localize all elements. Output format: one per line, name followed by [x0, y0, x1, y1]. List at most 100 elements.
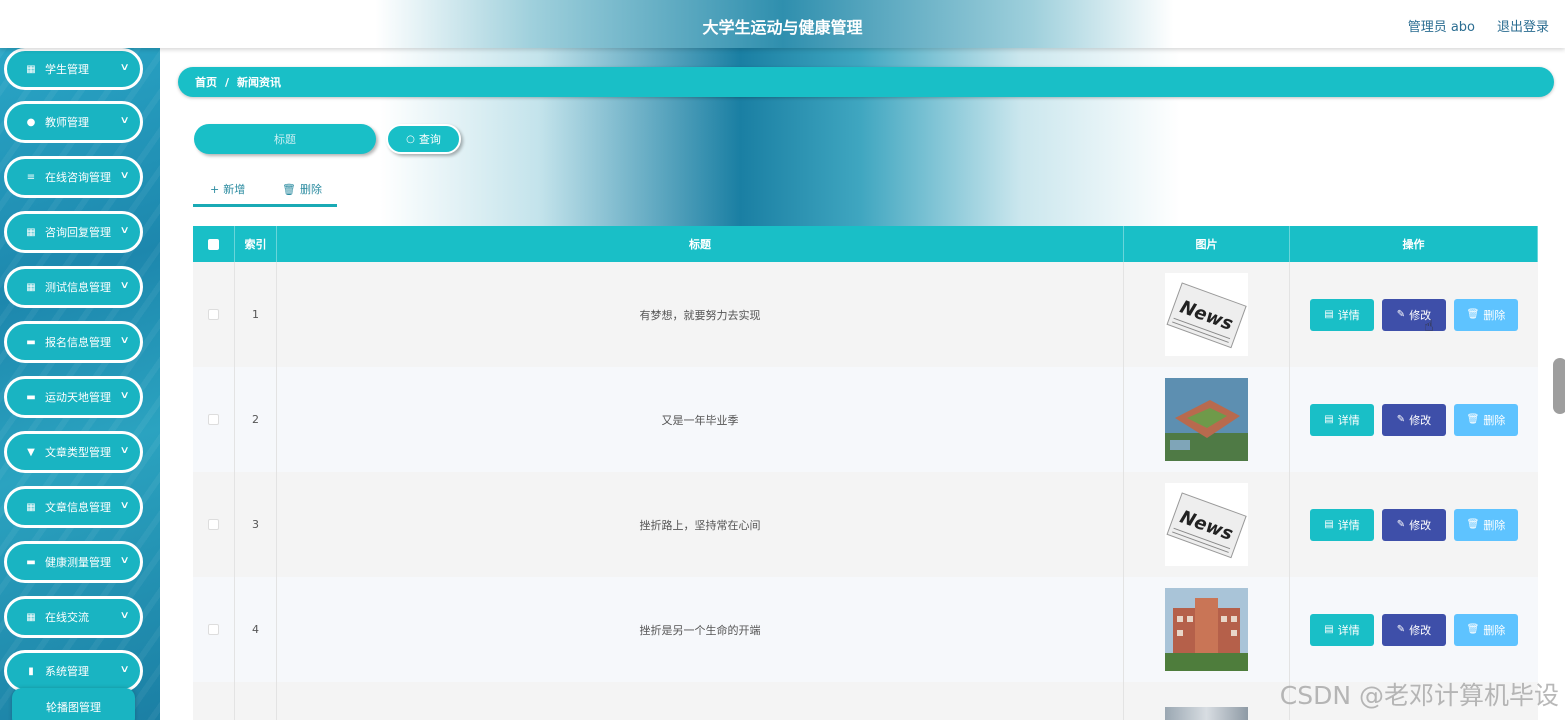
detail-button[interactable]: ▤ 详情 — [1310, 508, 1374, 541]
sidebar-item-article-info[interactable]: ▦ 文章信息管理 ∨ — [4, 486, 143, 528]
row-checkbox-cell — [193, 367, 235, 472]
monitor-icon: ▬ — [26, 556, 36, 568]
sidebar-item-label: 文章类型管理 — [45, 446, 111, 459]
sidebar-item-label: 系统管理 — [45, 665, 89, 678]
table-row: 1 有梦想，就要努力去实现 News ▤ 详情 ✎ 修改 🗑 删除 — [193, 262, 1538, 367]
sidebar-item-online-consult[interactable]: ≡ 在线咨询管理 ∨ — [4, 156, 143, 198]
row-image-cell: News — [1124, 472, 1290, 577]
briefcase-icon: ▬ — [26, 336, 36, 348]
grid-icon: ▦ — [26, 226, 36, 238]
detail-button[interactable]: ▤ 详情 — [1310, 613, 1374, 646]
sidebar-item-chat[interactable]: ▦ 在线交流 ∨ — [4, 596, 143, 638]
sidebar-item-label: 咨询回复管理 — [45, 226, 111, 239]
row-checkbox[interactable] — [208, 519, 219, 530]
sidebar-item-label: 运动天地管理 — [45, 391, 111, 404]
sidebar-item-label: 测试信息管理 — [45, 281, 111, 294]
edit-button[interactable]: ✎ 修改 — [1382, 403, 1446, 436]
sidebar-item-sports[interactable]: ▬ 运动天地管理 ∨ — [4, 376, 143, 418]
header-operation: 操作 — [1290, 226, 1538, 262]
delete-label: 删除 — [1483, 623, 1506, 637]
delete-label: 删除 — [1483, 518, 1506, 532]
sidebar-item-article-type[interactable]: ▼ 文章类型管理 ∨ — [4, 431, 143, 473]
chevron-down-icon: ∨ — [119, 280, 130, 291]
pencil-icon: ✎ — [1396, 414, 1406, 425]
detail-button[interactable]: ▤ 详情 — [1310, 403, 1374, 436]
app-title: 大学生运动与健康管理 — [702, 18, 863, 37]
sidebar-item-system[interactable]: ▮ 系统管理 ∨ — [4, 650, 143, 692]
chat-icon: ▬ — [26, 391, 36, 403]
trash-icon: 🗑 — [1466, 624, 1480, 635]
row-index: 2 — [235, 367, 277, 472]
delete-button[interactable]: 🗑 删除 — [1454, 298, 1518, 331]
sidebar-item-label: 报名信息管理 — [45, 336, 111, 349]
sidebar-item-health[interactable]: ▬ 健康测量管理 ∨ — [4, 541, 143, 583]
sidebar-subitem-carousel[interactable]: 轮播图管理 — [12, 688, 135, 720]
header-title: 标题 — [277, 226, 1124, 262]
sidebar-item-teacher[interactable]: ● 教师管理 ∨ — [4, 101, 143, 143]
row-image-cell — [1124, 367, 1290, 472]
clipboard-icon: ▮ — [28, 665, 34, 677]
header-image: 图片 — [1124, 226, 1290, 262]
chevron-down-icon: ∨ — [119, 115, 130, 126]
select-all-checkbox[interactable] — [208, 238, 219, 250]
chevron-down-icon: ∨ — [119, 610, 130, 621]
row-operations: ▤ 详情 ✎ 修改 🗑 删除 — [1290, 262, 1538, 367]
sidebar-item-registration[interactable]: ▬ 报名信息管理 ∨ — [4, 321, 143, 363]
pencil-icon: ✎ — [1396, 309, 1406, 320]
list-icon: ≡ — [26, 171, 36, 183]
row-operations: ▤ 详情 ✎ 修改 🗑 删除 — [1290, 577, 1538, 682]
delete-button[interactable]: 🗑 删除 — [1454, 613, 1518, 646]
edit-label: 修改 — [1409, 518, 1432, 532]
row-checkbox[interactable] — [208, 414, 219, 425]
breadcrumb-home[interactable]: 首页 — [195, 74, 217, 90]
batch-delete-button[interactable]: 🗑 删除 — [282, 181, 322, 197]
sidebar-item-label: 学生管理 — [45, 63, 89, 76]
chevron-down-icon: ∨ — [119, 170, 130, 181]
detail-button[interactable]: ▤ 详情 — [1310, 298, 1374, 331]
plus-icon: + — [210, 183, 220, 196]
row-checkbox-cell — [193, 577, 235, 682]
header-select-all-cell — [193, 226, 235, 262]
delete-button[interactable]: 🗑 删除 — [1454, 403, 1518, 436]
sidebar-item-student[interactable]: ▦ 学生管理 ∨ — [4, 48, 143, 90]
sidebar: ▦ 学生管理 ∨ ● 教师管理 ∨ ≡ 在线咨询管理 ∨ ▦ 咨询回复管理 ∨ … — [0, 48, 160, 720]
row-title: 挫折路上，坚持常在心间 — [277, 472, 1124, 577]
row-image-cell: News — [1124, 262, 1290, 367]
add-button-label: 新增 — [223, 183, 246, 196]
news-thumbnail: News — [1165, 273, 1248, 356]
building-thumbnail — [1165, 588, 1248, 671]
edit-button[interactable]: ✎ 修改 — [1382, 508, 1446, 541]
row-checkbox[interactable] — [208, 624, 219, 635]
delete-label: 删除 — [1483, 308, 1506, 322]
sidebar-item-label: 健康测量管理 — [45, 556, 111, 569]
grid-icon: ▦ — [26, 611, 36, 623]
edit-button[interactable]: ✎ 修改 — [1382, 613, 1446, 646]
row-index — [235, 682, 277, 720]
flag-icon: ▼ — [27, 446, 35, 458]
chevron-down-icon: ∨ — [119, 555, 130, 566]
pencil-icon: ✎ — [1396, 519, 1406, 530]
chevron-down-icon: ∨ — [119, 500, 130, 511]
title-search-input[interactable] — [194, 124, 376, 154]
edit-button[interactable]: ✎ 修改 — [1382, 298, 1446, 331]
scrollbar-thumb[interactable] — [1553, 358, 1565, 414]
delete-button[interactable]: 🗑 删除 — [1454, 508, 1518, 541]
grid-icon: ▦ — [26, 501, 36, 513]
trash-icon: 🗑 — [1466, 309, 1480, 320]
row-checkbox[interactable] — [208, 309, 219, 320]
sidebar-item-test-info[interactable]: ▦ 测试信息管理 ∨ — [4, 266, 143, 308]
document-icon: ▤ — [1324, 309, 1334, 320]
sidebar-item-consult-reply[interactable]: ▦ 咨询回复管理 ∨ — [4, 211, 143, 253]
logout-link[interactable]: 退出登录 — [1497, 16, 1549, 35]
row-operations: ▤ 详情 ✎ 修改 🗑 删除 — [1290, 367, 1538, 472]
trash-icon: 🗑 — [1466, 519, 1480, 530]
user-icon: ● — [26, 116, 36, 128]
campus-thumbnail — [1165, 378, 1248, 461]
document-icon: ▤ — [1324, 519, 1334, 530]
search-button[interactable]: ○ 查询 — [386, 124, 461, 154]
row-title — [277, 682, 1124, 720]
detail-label: 详情 — [1337, 623, 1360, 637]
sidebar-item-label: 在线咨询管理 — [45, 171, 111, 184]
add-button[interactable]: + 新增 — [210, 181, 245, 197]
trash-icon: 🗑 — [1466, 414, 1480, 425]
